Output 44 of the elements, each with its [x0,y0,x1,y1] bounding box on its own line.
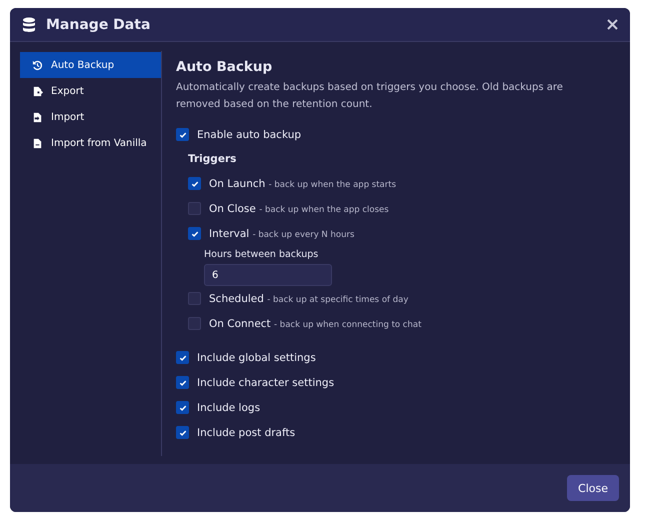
checkbox-label: Enable auto backup [197,128,302,140]
checkbox-label: On Connect - back up when connecting to chat [209,318,422,330]
checkbox-label: Scheduled - back up at specific times of day [209,292,408,304]
checkmark-icon [178,354,186,362]
checkmark-icon [190,230,198,238]
file-export-icon [32,86,43,96]
hours-input[interactable]: 6 [204,264,332,286]
checkbox-label: Include character settings [197,376,334,388]
file-import-icon [32,112,43,122]
checkbox-label: Include logs [197,402,260,414]
sidebar-item[interactable]: Auto Backup [20,52,161,78]
triggers-heading: Triggers [188,153,238,167]
checkbox-label: Include post drafts [197,426,296,438]
checkbox[interactable] [188,227,201,240]
section-description: Automatically create backups based on triggers you choose. Old backups are removed based on the retention count. [176,81,564,112]
checkbox-label: On Launch - back up when the app starts [209,178,396,190]
checkbox-label: Include global settings [197,352,316,364]
checkbox[interactable] [188,317,201,330]
checkmark-icon [190,180,198,188]
field-label: Hours between backups [204,249,320,260]
checkbox[interactable] [176,376,189,389]
history-icon [32,60,43,70]
close-button[interactable]: Close [567,475,619,501]
close-icon[interactable] [607,19,618,30]
sidebar-item[interactable]: Import [20,104,161,130]
checkbox[interactable] [176,351,189,364]
checkbox[interactable] [176,128,189,141]
checkbox-label: On Close - back up when the app closes [209,202,389,214]
checkbox[interactable] [188,292,201,305]
checkmark-icon [178,378,186,386]
checkbox[interactable] [188,202,201,215]
dialog-title: Manage Data [46,16,152,32]
checkbox[interactable] [188,177,201,190]
checkmark-icon [178,130,186,138]
sidebar-item[interactable]: Export [20,78,161,104]
section-title: Auto Backup [176,59,274,75]
checkbox[interactable] [176,401,189,414]
checkmark-icon [178,404,186,412]
file-icon [32,138,43,148]
sidebar-item[interactable]: Import from Vanilla [20,130,161,156]
database-icon [22,16,36,32]
checkmark-icon [178,428,186,436]
checkbox-label: Interval - back up every N hours [209,228,354,240]
checkbox[interactable] [176,426,189,439]
